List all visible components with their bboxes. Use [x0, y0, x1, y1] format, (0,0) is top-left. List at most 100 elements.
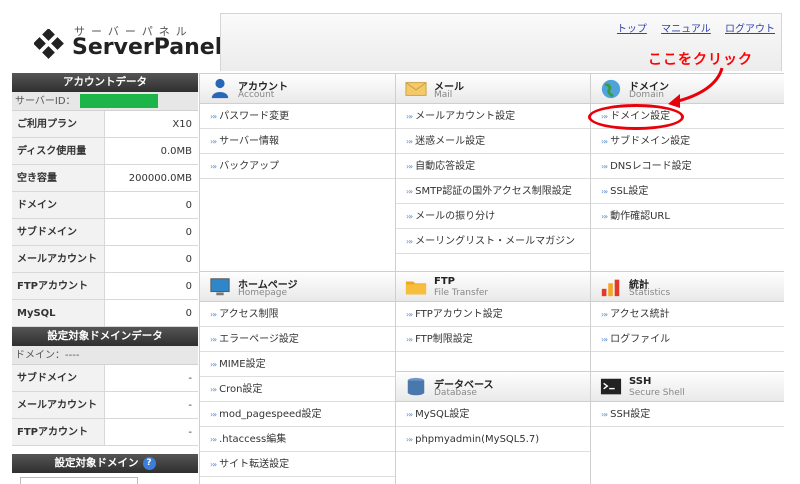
- menu-item-domain[interactable]: ›» DNSレコード設定: [591, 154, 784, 179]
- account-stat-row: ドメイン 0: [12, 192, 198, 219]
- panel-subtitle: Domain: [629, 90, 664, 100]
- top-link[interactable]: トップ: [617, 24, 647, 35]
- panel-ftp: FTP File Transfer ›» FTPアカウント設定 ›» FTP制限設定: [396, 271, 590, 352]
- menu-item-domain[interactable]: ›» サブドメイン設定: [591, 129, 784, 154]
- menu-item-homepage[interactable]: ›» アクセス制限: [200, 302, 395, 327]
- menu-item-homepage[interactable]: ›» エラーページ設定: [200, 327, 395, 352]
- menu-item-label: MySQL設定: [415, 409, 470, 420]
- menu-item-domain[interactable]: ›» 動作確認URL: [591, 204, 784, 229]
- help-icon[interactable]: ?: [142, 457, 156, 470]
- server-id-mask: [80, 94, 158, 108]
- domain-stat-row: FTPアカウント -: [12, 419, 198, 446]
- arrow-icon: ›»: [601, 112, 608, 121]
- domain-stat-row: メールアカウント -: [12, 392, 198, 419]
- menu-item-label: ログファイル: [610, 334, 671, 345]
- panel-title: FTP: [434, 276, 455, 287]
- menu-item-mail[interactable]: ›» メールの振り分け: [396, 204, 590, 229]
- menu-item-homepage[interactable]: ›» .htaccess編集: [200, 427, 395, 452]
- globe-icon: [601, 79, 621, 99]
- menu-item-mail[interactable]: ›» メールアカウント設定: [396, 104, 590, 129]
- menu-item-label: DNSレコード設定: [610, 161, 692, 172]
- arrow-icon: ›»: [210, 360, 217, 369]
- person-icon: [211, 78, 229, 99]
- arrow-icon: ›»: [210, 385, 217, 394]
- arrow-icon: ›»: [406, 212, 413, 221]
- menu-item-mail[interactable]: ›» SMTP認証の国外アクセス制限設定: [396, 179, 590, 204]
- account-stat-row-label: メールアカウント: [12, 246, 105, 272]
- menu-item-ftp[interactable]: ›» FTPアカウント設定: [396, 302, 590, 327]
- panel-header-account: アカウント Account: [200, 73, 395, 104]
- target-domain-title: 設定対象ドメイン: [54, 457, 139, 469]
- account-stat-row-label: 空き容量: [12, 165, 105, 191]
- logout-link[interactable]: ログアウト: [725, 24, 775, 35]
- arrow-icon: ›»: [210, 435, 217, 444]
- terminal-icon: [600, 378, 622, 395]
- menu-item-ftp[interactable]: ›» FTP制限設定: [396, 327, 590, 352]
- logo[interactable]: サーバーパネル ServerPanel: [12, 13, 222, 71]
- arrow-icon: ›»: [406, 410, 413, 419]
- column-2: メール Mail ›» メールアカウント設定 ›» 迷惑メール設定 ›» 自動応答設定 ›» SM…: [396, 73, 591, 484]
- arrow-icon: ›»: [601, 212, 608, 221]
- menu-item-mail[interactable]: ›» メーリングリスト・メールマガジン: [396, 229, 590, 254]
- click-here-annotation: ここをクリック: [648, 52, 753, 68]
- menu-item-label: .htaccess編集: [219, 434, 287, 445]
- account-stat-row-value: 0: [105, 273, 198, 299]
- menu-item-mail[interactable]: ›» 自動応答設定: [396, 154, 590, 179]
- menu-item-label: 迷惑メール設定: [415, 136, 486, 147]
- domain-stat-row-value: -: [105, 392, 198, 418]
- menu-item-database[interactable]: ›» MySQL設定: [396, 402, 590, 427]
- menu-item-label: バックアップ: [219, 161, 280, 172]
- arrow-icon: ›»: [210, 310, 217, 319]
- account-stat-row-label: FTPアカウント: [12, 273, 105, 299]
- account-stat-row-label: ご利用プラン: [12, 111, 105, 137]
- menu-item-account[interactable]: ›» パスワード変更: [200, 104, 395, 129]
- menu-item-homepage[interactable]: ›» Cron設定: [200, 377, 395, 402]
- menu-item-homepage[interactable]: ›» サイト転送設定: [200, 452, 395, 477]
- account-stat-row-label: ディスク使用量: [12, 138, 105, 164]
- panel-title: SSH: [629, 376, 652, 387]
- menu-item-mail[interactable]: ›» 迷惑メール設定: [396, 129, 590, 154]
- account-stat-row: サブドメイン 0: [12, 219, 198, 246]
- panel-homepage: ホームページ Homepage ›» アクセス制限 ›» エラーページ設定 ›» MIME設定…: [200, 271, 395, 477]
- menu-item-domain[interactable]: ›» ドメイン設定: [591, 104, 784, 129]
- arrow-icon: ›»: [210, 137, 217, 146]
- domain-label: ドメイン：----: [12, 346, 198, 365]
- menu-item-homepage[interactable]: ›» mod_pagespeed設定: [200, 402, 395, 427]
- account-stat-row-value: 0: [105, 192, 198, 218]
- panel-header-stats: 統計 Statistics: [591, 271, 784, 302]
- menu-item-ssh[interactable]: ›» SSH設定: [591, 402, 784, 427]
- domain-stat-row-label: メールアカウント: [12, 392, 105, 418]
- menu-item-homepage[interactable]: ›» MIME設定: [200, 352, 395, 377]
- menu-item-domain[interactable]: ›» SSL設定: [591, 179, 784, 204]
- menu-item-account[interactable]: ›» サーバー情報: [200, 129, 395, 154]
- menu-item-label: 動作確認URL: [610, 211, 670, 222]
- menu-item-label: FTP制限設定: [415, 334, 473, 345]
- arrow-icon: ›»: [210, 460, 217, 469]
- menu-item-label: SMTP認証の国外アクセス制限設定: [415, 186, 572, 197]
- menu-item-label: エラーページ設定: [219, 334, 299, 345]
- target-domain-select[interactable]: [20, 477, 138, 484]
- domain-stat-row-value: -: [105, 419, 198, 445]
- menu-item-database[interactable]: ›» phpmyadmin(MySQL5.7): [396, 427, 590, 452]
- menu-item-label: メールの振り分け: [415, 211, 496, 222]
- manual-link[interactable]: マニュアル: [661, 24, 711, 35]
- arrow-icon: ›»: [210, 162, 217, 171]
- menu-item-stats[interactable]: ›» アクセス統計: [591, 302, 784, 327]
- panel-domain: ドメイン Domain ›» ドメイン設定 ›» サブドメイン設定 ›» DNSレコード設定 ›…: [591, 73, 784, 229]
- sidebar: アカウントデータ サーバーID： ご利用プラン X10 ディスク使用量 0.0MB 空き…: [12, 73, 198, 484]
- arrow-icon: ›»: [406, 335, 413, 344]
- menu-item-label: サイト転送設定: [219, 459, 290, 470]
- arrow-icon: ›»: [601, 335, 608, 344]
- menu-item-label: phpmyadmin(MySQL5.7): [415, 434, 540, 445]
- domain-data-header: 設定対象ドメインデータ: [12, 327, 198, 346]
- arrow-icon: ›»: [601, 310, 608, 319]
- menu-item-stats[interactable]: ›» ログファイル: [591, 327, 784, 352]
- menu-item-account[interactable]: ›» バックアップ: [200, 154, 395, 179]
- account-stat-row: ディスク使用量 0.0MB: [12, 138, 198, 165]
- panel-database: データベース Database ›» MySQL設定 ›» phpmyadmin(MySQ…: [396, 371, 590, 452]
- menu-item-label: メールアカウント設定: [415, 111, 516, 122]
- panel-header-domain: ドメイン Domain: [591, 73, 784, 104]
- account-stat-row-value: 0: [105, 219, 198, 245]
- panel-subtitle: Statistics: [629, 288, 671, 298]
- arrow-icon: ›»: [406, 137, 413, 146]
